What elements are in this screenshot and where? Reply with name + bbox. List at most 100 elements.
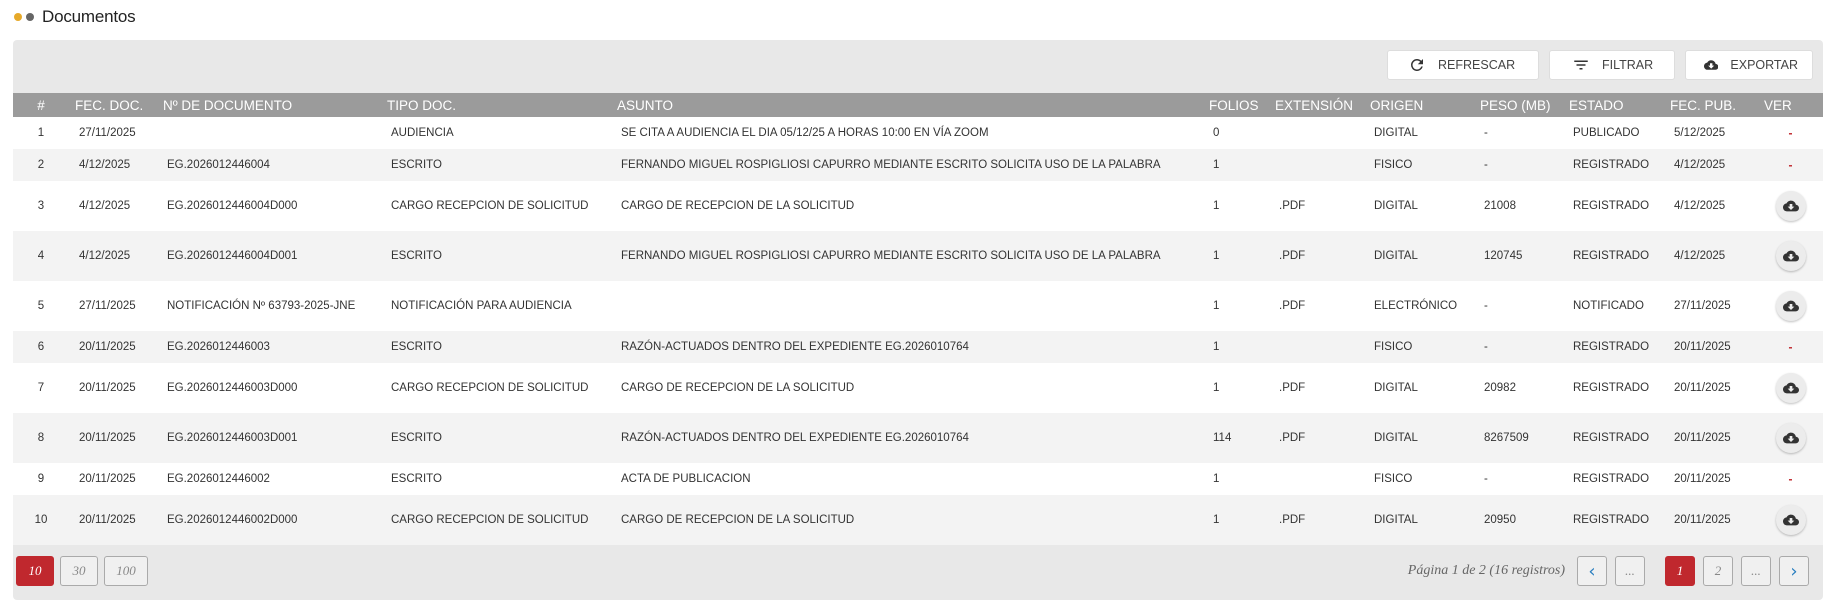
cell-extension bbox=[1269, 149, 1364, 181]
page-ellipsis-left[interactable]: ... bbox=[1615, 556, 1645, 586]
cell-extension: .PDF bbox=[1279, 514, 1306, 526]
col-header-asunto[interactable]: ASUNTO bbox=[611, 93, 1203, 117]
refresh-icon bbox=[1410, 58, 1423, 71]
cell-fec-doc: 20/11/2025 bbox=[79, 432, 136, 444]
cell-nro-doc: EG.2026012446003 bbox=[167, 341, 270, 353]
cell-ver: - bbox=[1758, 331, 1823, 363]
cell-asunto: ACTA DE PUBLICACION bbox=[621, 473, 751, 485]
cell-nro-doc: EG.2026012446002D000 bbox=[167, 514, 298, 526]
page-header: Documentos bbox=[14, 6, 136, 28]
documents-panel: REFRESCAR FILTRAR EXPORTAR # FEC. DOC. N… bbox=[13, 40, 1823, 600]
no-file-dash: - bbox=[1788, 158, 1793, 172]
cell-estado: REGISTRADO bbox=[1573, 250, 1650, 262]
cell-folios: 114 bbox=[1213, 432, 1232, 444]
export-button[interactable]: EXPORTAR bbox=[1685, 50, 1813, 80]
col-header-nro-doc[interactable]: Nº DE DOCUMENTO bbox=[157, 93, 381, 117]
filter-button[interactable]: FILTRAR bbox=[1549, 50, 1675, 80]
page-size-10[interactable]: 10 bbox=[16, 556, 54, 586]
cell-num: 1 bbox=[37, 127, 45, 139]
cell-tipo-doc: AUDIENCIA bbox=[391, 127, 454, 139]
cell-asunto: SE CITA A AUDIENCIA EL DIA 05/12/25 A HO… bbox=[621, 127, 989, 139]
cell-fec-pub: 20/11/2025 bbox=[1674, 473, 1731, 485]
cell-folios: 1 bbox=[1213, 473, 1220, 485]
page-size-100[interactable]: 100 bbox=[104, 556, 148, 586]
cell-ver bbox=[1758, 363, 1823, 413]
cell-num: 7 bbox=[37, 382, 45, 394]
page-button-2[interactable]: 2 bbox=[1703, 556, 1733, 586]
cell-asunto: CARGO DE RECEPCION DE LA SOLICITUD bbox=[621, 514, 855, 526]
cell-num: 6 bbox=[37, 341, 45, 353]
table-row[interactable]: 2 4/12/2025 EG.2026012446004 ESCRITO FERNAND… bbox=[13, 149, 1823, 181]
col-header-folios[interactable]: FOLIOS bbox=[1203, 93, 1269, 117]
cell-peso: - bbox=[1484, 341, 1488, 353]
col-header-extension[interactable]: EXTENSIÓN bbox=[1269, 93, 1364, 117]
chevron-right-icon: › bbox=[1790, 560, 1798, 582]
cell-origen: DIGITAL bbox=[1374, 432, 1418, 444]
cell-fec-doc: 20/11/2025 bbox=[79, 341, 136, 353]
download-button[interactable] bbox=[1775, 373, 1806, 403]
download-icon bbox=[1782, 200, 1799, 212]
cell-peso: - bbox=[1484, 300, 1488, 312]
cell-peso: - bbox=[1484, 473, 1488, 485]
table-row[interactable]: 6 20/11/2025 EG.2026012446003 ESCRITO RAZÓN-… bbox=[13, 331, 1823, 363]
cell-fec-doc: 4/12/2025 bbox=[79, 200, 131, 212]
cell-fec-pub: 20/11/2025 bbox=[1674, 514, 1731, 526]
cell-fec-doc: 20/11/2025 bbox=[79, 473, 136, 485]
cell-asunto: RAZÓN-ACTUADOS DENTRO DEL EXPEDIENTE EG.… bbox=[621, 432, 969, 444]
cell-estado: PUBLICADO bbox=[1573, 127, 1640, 139]
no-file-dash: - bbox=[1788, 126, 1793, 140]
cell-ver: - bbox=[1758, 463, 1823, 495]
table-row[interactable]: 8 20/11/2025 EG.2026012446003D001 ESCRITO RA… bbox=[13, 413, 1823, 463]
col-header-num[interactable]: # bbox=[13, 93, 69, 117]
download-button[interactable] bbox=[1775, 291, 1806, 321]
col-header-fec-doc[interactable]: FEC. DOC. bbox=[69, 93, 157, 117]
download-button[interactable] bbox=[1775, 505, 1806, 535]
table-row[interactable]: 10 20/11/2025 EG.2026012446002D000 CARGO RE… bbox=[13, 495, 1823, 545]
refresh-button[interactable]: REFRESCAR bbox=[1387, 50, 1539, 80]
cell-fec-pub: 27/11/2025 bbox=[1674, 300, 1731, 312]
table-row[interactable]: 1 27/11/2025 AUDIENCIA SE CITA A AUDIENCIA … bbox=[13, 117, 1823, 149]
page-button-1[interactable]: 1 bbox=[1665, 556, 1695, 586]
cell-folios: 1 bbox=[1213, 300, 1220, 312]
col-header-tipo-doc[interactable]: TIPO DOC. bbox=[381, 93, 611, 117]
page-ellipsis-right[interactable]: ... bbox=[1741, 556, 1771, 586]
col-header-estado[interactable]: ESTADO bbox=[1563, 93, 1664, 117]
status-dot-orange bbox=[14, 13, 22, 21]
table-row[interactable]: 3 4/12/2025 EG.2026012446004D000 CARGO RECE… bbox=[13, 181, 1823, 231]
cell-extension: .PDF bbox=[1279, 200, 1306, 212]
cell-origen: DIGITAL bbox=[1374, 382, 1418, 394]
download-button[interactable] bbox=[1775, 191, 1806, 221]
cell-peso: - bbox=[1484, 127, 1488, 139]
cell-extension: .PDF bbox=[1279, 432, 1306, 444]
cell-num: 3 bbox=[37, 200, 45, 212]
cell-num: 5 bbox=[37, 300, 45, 312]
cell-folios: 1 bbox=[1213, 382, 1220, 394]
cell-peso: 8267509 bbox=[1484, 432, 1529, 444]
download-icon bbox=[1782, 250, 1799, 262]
page-size-30[interactable]: 30 bbox=[60, 556, 98, 586]
prev-page-button[interactable]: ‹ bbox=[1577, 556, 1607, 586]
cell-folios: 1 bbox=[1213, 341, 1220, 353]
cell-estado: REGISTRADO bbox=[1573, 473, 1650, 485]
refresh-label: REFRESCAR bbox=[1438, 58, 1516, 72]
col-header-origen[interactable]: ORIGEN bbox=[1364, 93, 1474, 117]
cell-fec-pub: 4/12/2025 bbox=[1674, 159, 1726, 171]
next-page-button[interactable]: › bbox=[1779, 556, 1809, 586]
cell-asunto: RAZÓN-ACTUADOS DENTRO DEL EXPEDIENTE EG.… bbox=[621, 341, 969, 353]
download-button[interactable] bbox=[1775, 423, 1806, 453]
table-row[interactable]: 5 27/11/2025 NOTIFICACIÓN Nº 63793-2025-JN… bbox=[13, 281, 1823, 331]
col-header-peso[interactable]: PESO (MB) bbox=[1474, 93, 1563, 117]
cell-extension: .PDF bbox=[1279, 382, 1306, 394]
cell-nro-doc: NOTIFICACIÓN Nº 63793-2025-JNE bbox=[167, 300, 356, 312]
download-button[interactable] bbox=[1775, 241, 1806, 271]
col-header-fec-pub[interactable]: FEC. PUB. bbox=[1664, 93, 1758, 117]
cloud-download-icon bbox=[1704, 60, 1719, 70]
cell-estado: NOTIFICADO bbox=[1573, 300, 1644, 312]
table-row[interactable]: 7 20/11/2025 EG.2026012446003D000 CARGO REC… bbox=[13, 363, 1823, 413]
cell-fec-doc: 27/11/2025 bbox=[79, 300, 136, 312]
cell-ver bbox=[1758, 413, 1823, 463]
cell-tipo-doc: ESCRITO bbox=[391, 250, 442, 262]
table-row[interactable]: 9 20/11/2025 EG.2026012446002 ESCRITO ACTA D… bbox=[13, 463, 1823, 495]
table-row[interactable]: 4 4/12/2025 EG.2026012446004D001 ESCRITO FER… bbox=[13, 231, 1823, 281]
no-file-dash: - bbox=[1788, 340, 1793, 354]
